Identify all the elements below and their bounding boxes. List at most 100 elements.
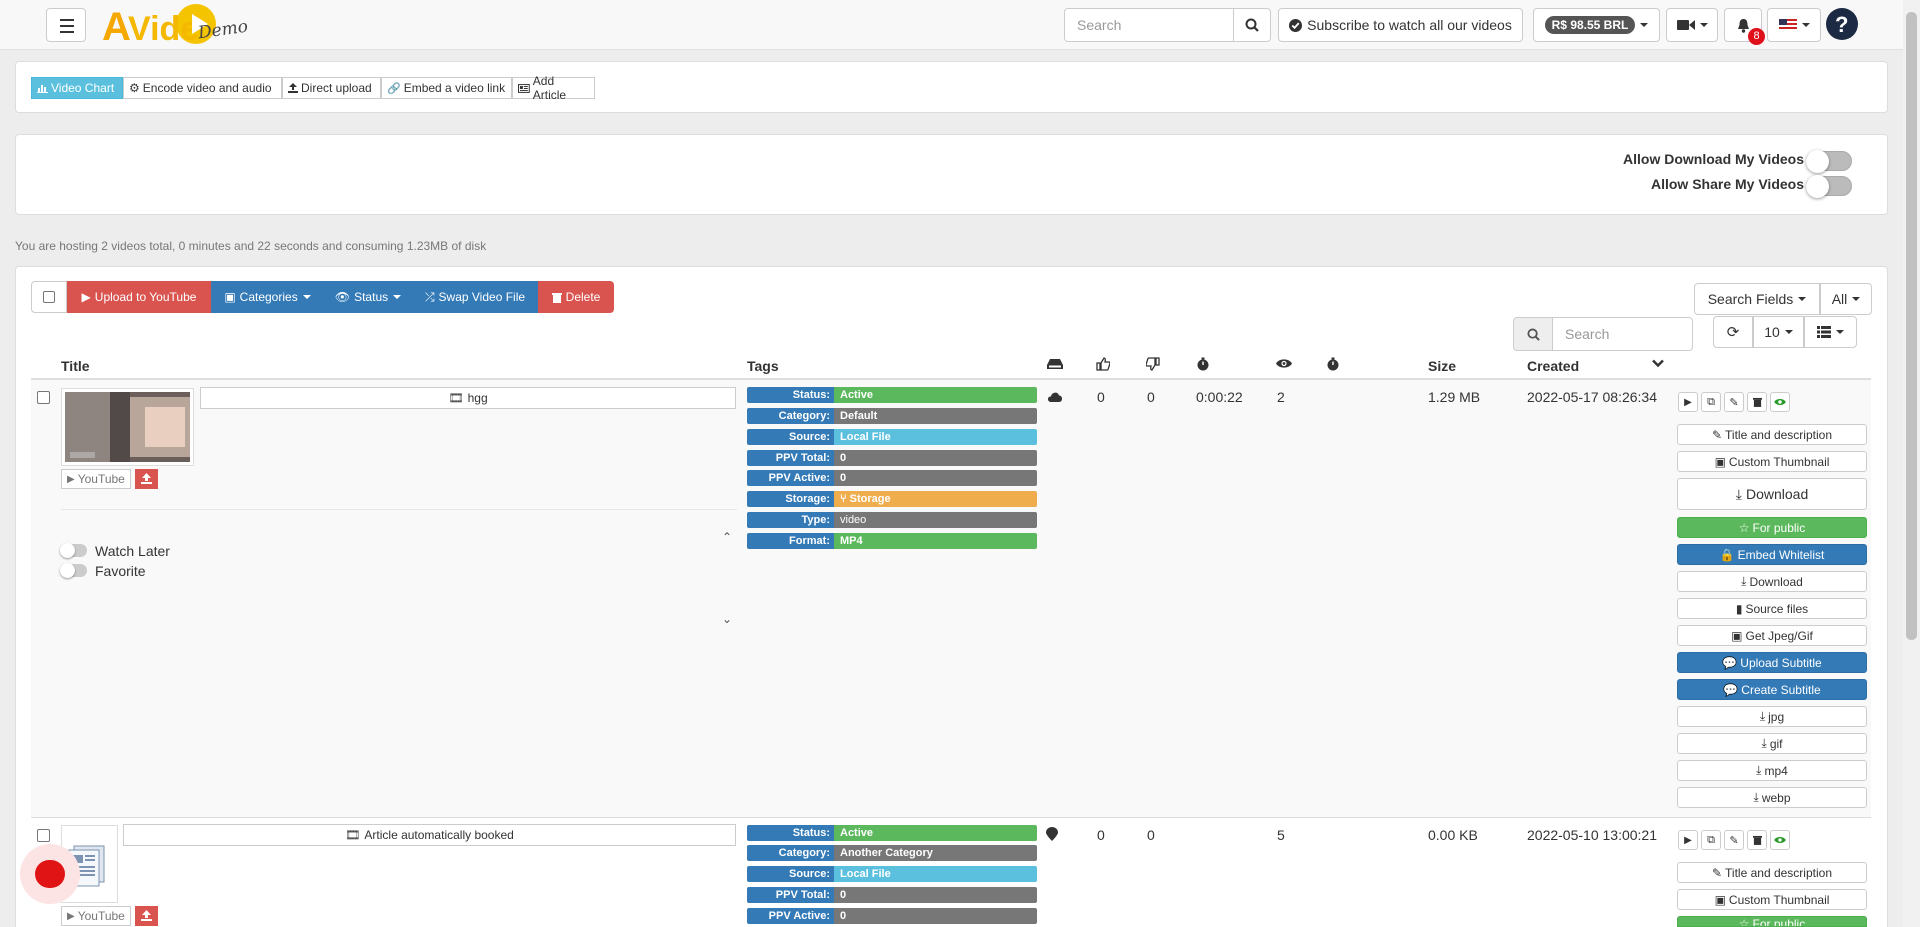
gear-icon: ⚙ (129, 81, 140, 95)
site-logo[interactable]: A Vide Demo (100, 2, 249, 49)
row-select-checkbox[interactable] (37, 829, 50, 842)
search-fields-dropdown[interactable]: Search Fields (1694, 283, 1820, 315)
row-select-checkbox[interactable] (37, 391, 50, 404)
categories-dropdown[interactable]: ▣ Categories (211, 281, 324, 313)
upload-subtitle-button[interactable]: 💬 Upload Subtitle (1677, 652, 1867, 673)
allow-share-toggle[interactable] (1806, 175, 1852, 198)
trash-icon (1752, 397, 1762, 407)
eye-icon[interactable] (1276, 358, 1292, 369)
custom-thumbnail-button[interactable]: ▣ Custom Thumbnail (1677, 889, 1867, 910)
svg-text:Vide: Vide (128, 10, 199, 48)
watch-later-toggle[interactable] (60, 543, 87, 558)
play-icon: ▶ (1684, 396, 1692, 408)
nav-search-input[interactable]: Search (1064, 8, 1234, 42)
menu-toggle-button[interactable] (46, 8, 86, 42)
table-search-input[interactable]: Search (1552, 317, 1693, 351)
copy-button[interactable]: ⧉ (1701, 392, 1721, 412)
visibility-button[interactable] (1770, 830, 1790, 850)
row-divider (61, 509, 737, 510)
title-description-button[interactable]: ✎ Title and description (1677, 862, 1867, 883)
visibility-button[interactable] (1770, 392, 1790, 412)
tab-encode-video[interactable]: ⚙ Encode video and audio (123, 77, 282, 99)
search-scope-dropdown[interactable]: All (1820, 283, 1872, 315)
tab-direct-upload[interactable]: Direct upload (282, 77, 381, 99)
edit-button[interactable]: ✎ (1724, 392, 1744, 412)
download-webp-button[interactable]: ⤓ webp (1677, 787, 1867, 808)
custom-thumbnail-button[interactable]: ▣ Custom Thumbnail (1677, 451, 1867, 472)
columns-dropdown[interactable] (1804, 316, 1857, 348)
download-main-button[interactable]: ⤓ Download (1677, 478, 1867, 510)
scroll-up-icon[interactable]: ⌃ (722, 530, 732, 544)
allow-download-toggle[interactable] (1806, 150, 1852, 173)
copy-button[interactable]: ⧉ (1701, 830, 1721, 850)
svg-text:A: A (102, 5, 131, 48)
delete-button[interactable]: Delete (538, 281, 614, 313)
thumbs-up-icon[interactable] (1096, 357, 1110, 371)
play-button[interactable]: ▶ (1678, 392, 1698, 412)
user-avatar-help-icon[interactable]: ? (1826, 8, 1858, 40)
scroll-down-icon[interactable]: ⌄ (722, 612, 732, 626)
nav-search-button[interactable] (1233, 8, 1271, 42)
download-icon: ⤓ (1759, 709, 1766, 723)
upload-youtube-button[interactable] (135, 469, 158, 489)
video-camera-icon (1676, 20, 1695, 30)
delete-video-button[interactable] (1747, 830, 1767, 850)
video-title-field[interactable]: 🎞 hgg (200, 387, 736, 409)
upload-video-dropdown[interactable] (1666, 8, 1718, 42)
storage-drive-icon[interactable] (1047, 358, 1063, 370)
create-subtitle-button[interactable]: 💬 Create Subtitle (1677, 679, 1867, 700)
eye-icon (1774, 837, 1786, 843)
title-description-button[interactable]: ✎ Title and description (1677, 424, 1867, 445)
edit-button[interactable]: ✎ (1724, 830, 1744, 850)
download-mp4-button[interactable]: ⤓ mp4 (1677, 760, 1867, 781)
table-search-addon (1513, 317, 1553, 351)
upload-youtube-button[interactable] (135, 906, 158, 926)
embed-whitelist-button[interactable]: 🔒 Embed Whitelist (1677, 544, 1867, 565)
balance-dropdown[interactable]: R$ 98.55 BRL (1533, 8, 1660, 42)
page-size-dropdown[interactable]: 10 (1753, 316, 1804, 348)
get-jpeg-gif-button[interactable]: ▣ Get Jpeg/Gif (1677, 625, 1867, 646)
language-dropdown[interactable] (1767, 8, 1821, 42)
status-dropdown[interactable]: 👁 Status (324, 281, 412, 313)
for-public-button[interactable]: ☆ For public (1677, 916, 1867, 927)
likes-count: 0 (1097, 389, 1105, 405)
play-button[interactable]: ▶ (1678, 830, 1698, 850)
tag-source: Source: Local File (747, 429, 1037, 445)
chat-bubble-icon[interactable] (35, 860, 65, 888)
list-icon (1817, 326, 1831, 338)
column-header-title[interactable]: Title (61, 358, 90, 374)
download-jpg-button[interactable]: ⤓ jpg (1677, 706, 1867, 727)
video-thumbnail[interactable] (61, 388, 194, 466)
tab-add-article[interactable]: Add Article (512, 74, 595, 102)
play-circle-icon: ▶ (67, 910, 75, 922)
column-header-created[interactable]: Created (1527, 358, 1579, 374)
refresh-button[interactable]: ⟳ (1713, 316, 1753, 348)
select-all-checkbox-button[interactable] (31, 281, 67, 313)
tab-label: Encode video and audio (142, 81, 272, 95)
subscribe-button[interactable]: Subscribe to watch all our videos (1278, 8, 1523, 42)
youtube-button[interactable]: ▶ YouTube (61, 469, 131, 489)
actions-tabs-panel: Video Chart ⚙ Encode video and audio Dire… (15, 61, 1888, 113)
chevron-down-icon (1784, 330, 1793, 334)
sort-desc-chevron-icon[interactable] (1652, 359, 1664, 368)
tab-embed-link[interactable]: 🔗 Embed a video link (381, 77, 512, 99)
scrollbar-thumb[interactable] (1906, 12, 1917, 640)
tab-video-chart[interactable]: Video Chart (31, 77, 123, 99)
column-header-tags[interactable]: Tags (747, 358, 779, 374)
stopwatch-icon[interactable] (1326, 357, 1340, 371)
swap-video-file-button[interactable]: ⤮ Swap Video File (412, 281, 538, 313)
delete-video-button[interactable] (1747, 392, 1767, 412)
source-files-button[interactable]: ▮ Source files (1677, 598, 1867, 619)
thumbs-down-icon[interactable] (1146, 357, 1160, 371)
edit-icon: ✎ (1729, 396, 1739, 409)
column-header-size[interactable]: Size (1428, 358, 1456, 374)
search-icon (1245, 18, 1259, 32)
download-button[interactable]: ⤓ Download (1677, 571, 1867, 592)
for-public-button[interactable]: ☆ For public (1677, 517, 1867, 538)
stopwatch-icon[interactable] (1196, 357, 1210, 371)
youtube-button[interactable]: ▶ YouTube (61, 906, 131, 926)
upload-to-youtube-button[interactable]: ▶ Upload to YouTube (67, 281, 211, 313)
video-title-field[interactable]: 🎞 Article automatically booked (123, 824, 736, 846)
download-gif-button[interactable]: ⤓ gif (1677, 733, 1867, 754)
favorite-toggle[interactable] (60, 563, 87, 578)
